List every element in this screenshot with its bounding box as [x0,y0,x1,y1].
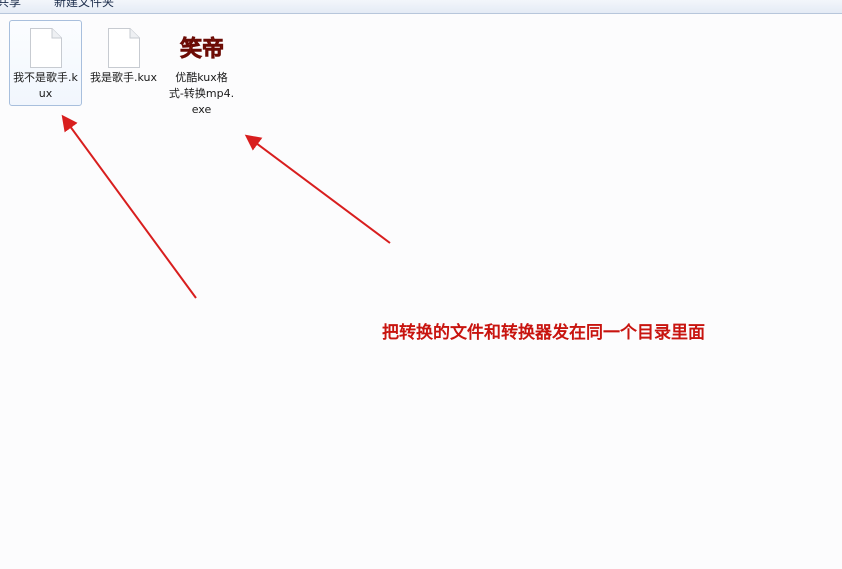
annotation-arrows [61,114,391,299]
arrow-to-kux-file [61,114,197,299]
arrow-to-converter-exe [244,134,391,244]
instruction-annotation: 把转换的文件和转换器发在同一个目录里面 [382,323,705,343]
